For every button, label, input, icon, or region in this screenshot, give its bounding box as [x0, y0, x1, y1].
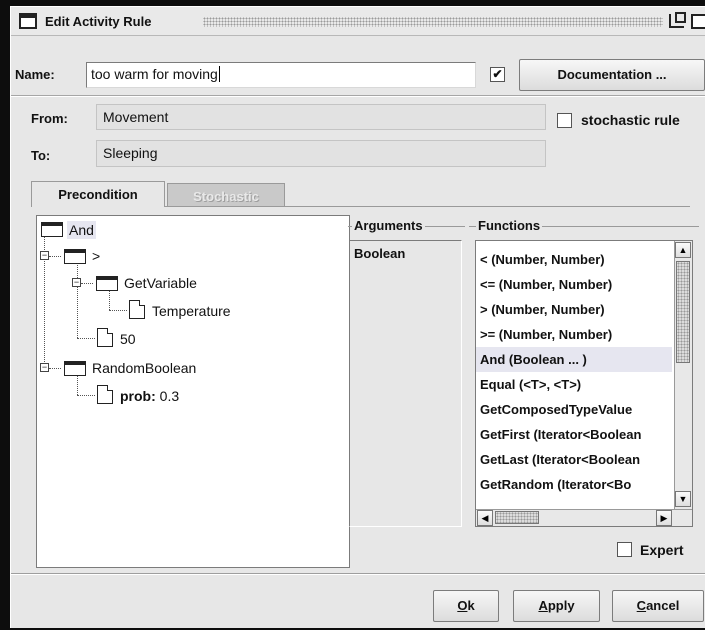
- tree-node-prob[interactable]: prob: 0.3: [120, 387, 179, 405]
- text-caret: [218, 66, 220, 82]
- expression-tree[interactable]: And − > − GetVariable Temperature 50 − R…: [36, 215, 350, 568]
- expert-label: Expert: [640, 542, 684, 558]
- folder-icon: [41, 222, 63, 237]
- functions-items: < (Number, Number) <= (Number, Number) >…: [476, 247, 672, 497]
- collapse-icon[interactable]: −: [40, 251, 49, 260]
- function-item[interactable]: GetRandom (Iterator<Bo: [476, 472, 672, 497]
- scroll-right-arrow-icon[interactable]: ▶: [656, 510, 672, 526]
- cancel-mnemonic: C: [636, 598, 647, 613]
- apply-mnemonic: A: [538, 598, 548, 613]
- collapse-icon[interactable]: −: [40, 363, 49, 372]
- apply-label-rest: pply: [547, 598, 575, 613]
- from-label: From:: [31, 111, 68, 126]
- documentation-button[interactable]: Documentation ...: [519, 59, 705, 91]
- stochastic-rule-checkbox[interactable]: [557, 113, 572, 128]
- arguments-title: Arguments: [352, 218, 425, 233]
- window-title: Edit Activity Rule: [45, 14, 152, 29]
- cancel-label-rest: ancel: [646, 598, 680, 613]
- arguments-list[interactable]: Boolean: [349, 240, 462, 527]
- document-icon: [129, 300, 145, 319]
- function-item[interactable]: GetLast (Iterator<Boolean: [476, 447, 672, 472]
- expert-checkbox[interactable]: [617, 542, 632, 557]
- ok-label-rest: k: [467, 598, 475, 613]
- function-item[interactable]: GetFirst (Iterator<Boolean: [476, 422, 672, 447]
- function-item[interactable]: < (Number, Number): [476, 247, 672, 272]
- title-bar-grip: [203, 17, 663, 27]
- to-field: Sleeping: [96, 140, 546, 167]
- functions-list[interactable]: < (Number, Number) <= (Number, Number) >…: [475, 240, 693, 527]
- divider: [11, 95, 705, 97]
- window-icon: [19, 13, 37, 29]
- tree-node-prob-key: prob:: [120, 388, 156, 404]
- document-icon: [97, 328, 113, 347]
- tree-node-getvariable[interactable]: GetVariable: [124, 274, 197, 292]
- folder-icon: [64, 249, 86, 264]
- tab-stochastic[interactable]: Stochastic: [167, 183, 285, 207]
- tree-connector: [49, 368, 61, 369]
- tree-connector: [77, 338, 95, 339]
- tab-strip-line: [165, 206, 690, 207]
- function-item[interactable]: <= (Number, Number): [476, 272, 672, 297]
- function-item[interactable]: > (Number, Number): [476, 297, 672, 322]
- ok-mnemonic: O: [457, 598, 468, 613]
- tree-connector: [77, 395, 95, 396]
- functions-vertical-scrollbar[interactable]: ▲ ▼: [674, 241, 692, 509]
- tree-connector: [109, 310, 127, 311]
- tree-connector: [81, 283, 93, 284]
- horizontal-scroll-thumb[interactable]: [495, 511, 539, 524]
- vertical-scroll-thumb[interactable]: [676, 261, 690, 363]
- scroll-up-arrow-icon[interactable]: ▲: [675, 242, 691, 258]
- tree-node-and[interactable]: And: [67, 221, 96, 239]
- tree-node-greater-than[interactable]: >: [92, 247, 100, 265]
- name-label: Name:: [15, 67, 55, 82]
- maximize-icon[interactable]: [691, 14, 705, 29]
- footer-divider: [11, 573, 705, 575]
- tab-precondition[interactable]: Precondition: [31, 181, 165, 207]
- folder-icon: [96, 276, 118, 291]
- functions-horizontal-scrollbar[interactable]: ◀ ▶: [476, 509, 692, 526]
- tree-node-50[interactable]: 50: [120, 330, 136, 348]
- name-input-value: too warm for moving: [91, 66, 218, 82]
- folder-icon: [64, 361, 86, 376]
- function-item-selected[interactable]: And (Boolean ... ): [476, 347, 672, 372]
- function-item[interactable]: >= (Number, Number): [476, 322, 672, 347]
- minimize-icon[interactable]: [669, 12, 686, 28]
- edit-activity-rule-dialog: Edit Activity Rule Name: too warm for mo…: [10, 6, 705, 628]
- functions-title: Functions: [476, 218, 543, 233]
- function-item[interactable]: Equal (<T>, <T>): [476, 372, 672, 397]
- tree-connector: [49, 256, 61, 257]
- name-input[interactable]: too warm for moving: [86, 62, 476, 88]
- cancel-button[interactable]: Cancel: [612, 590, 704, 622]
- tree-node-prob-value: 0.3: [155, 388, 180, 404]
- scroll-left-arrow-icon[interactable]: ◀: [477, 510, 493, 526]
- to-label: To:: [31, 148, 51, 163]
- tree-node-randomboolean[interactable]: RandomBoolean: [92, 359, 196, 377]
- function-item[interactable]: GetComposedTypeValue: [476, 397, 672, 422]
- tree-node-temperature[interactable]: Temperature: [152, 302, 231, 320]
- document-icon: [97, 385, 113, 404]
- collapse-icon[interactable]: −: [72, 278, 81, 287]
- argument-item[interactable]: Boolean: [350, 241, 461, 266]
- scroll-down-arrow-icon[interactable]: ▼: [675, 491, 691, 507]
- stochastic-rule-label: stochastic rule: [581, 112, 680, 128]
- tree-connector: [77, 260, 78, 338]
- title-bar[interactable]: Edit Activity Rule: [11, 7, 705, 36]
- name-enabled-checkbox[interactable]: ✔: [490, 67, 505, 82]
- apply-button[interactable]: Apply: [513, 590, 600, 622]
- from-field: Movement: [96, 104, 546, 130]
- ok-button[interactable]: Ok: [433, 590, 499, 622]
